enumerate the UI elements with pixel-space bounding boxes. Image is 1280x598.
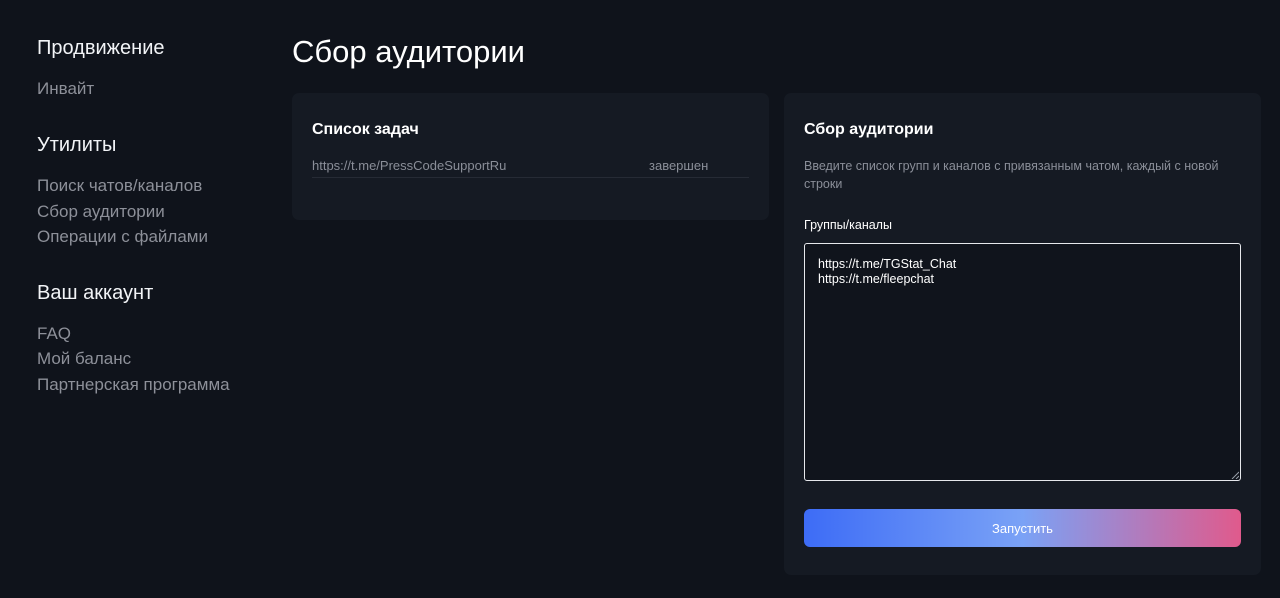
page-title: Сбор аудитории — [292, 34, 525, 69]
nav-group-title-utilities: Утилиты — [37, 134, 117, 156]
audience-form-card: Сбор аудитории Введите список групп и ка… — [784, 93, 1261, 575]
sidebar-item-faq[interactable]: FAQ — [37, 324, 71, 344]
groups-field-label: Группы/каналы — [804, 218, 892, 232]
sidebar-item-partner-program[interactable]: Партнерская программа — [37, 375, 230, 395]
sidebar-item-invite[interactable]: Инвайт — [37, 79, 94, 99]
status-badge: завершен — [649, 158, 709, 173]
sidebar-item-balance[interactable]: Мой баланс — [37, 349, 131, 369]
sidebar-item-file-operations[interactable]: Операции с файлами — [37, 227, 208, 247]
textarea-line: https://t.me/fleepchat — [818, 272, 935, 286]
task-url: https://t.me/PressCodeSupportRu — [312, 158, 507, 173]
sidebar-item-search-chats[interactable]: Поиск чатов/каналов — [37, 176, 202, 196]
nav-group-title-promotion: Продвижение — [37, 37, 165, 59]
textarea-line: https://t.me/TGStat_Chat — [818, 257, 957, 271]
resize-handle-icon[interactable] — [1231, 471, 1239, 479]
run-button[interactable]: Запустить — [804, 509, 1241, 547]
groups-textarea[interactable]: https://t.me/TGStat_Chat https://t.me/fl… — [804, 243, 1241, 481]
task-list-title: Список задач — [312, 121, 419, 138]
table-row: https://t.me/PressCodeSupportRu завершен — [312, 157, 749, 178]
nav-group-title-account: Ваш аккаунт — [37, 282, 154, 304]
form-title: Сбор аудитории — [804, 121, 934, 138]
sidebar-item-audience-collection[interactable]: Сбор аудитории — [37, 202, 165, 222]
form-description: Введите список групп и каналов с привяза… — [804, 159, 1219, 191]
task-list-card: Список задач https://t.me/PressCodeSuppo… — [292, 93, 769, 220]
